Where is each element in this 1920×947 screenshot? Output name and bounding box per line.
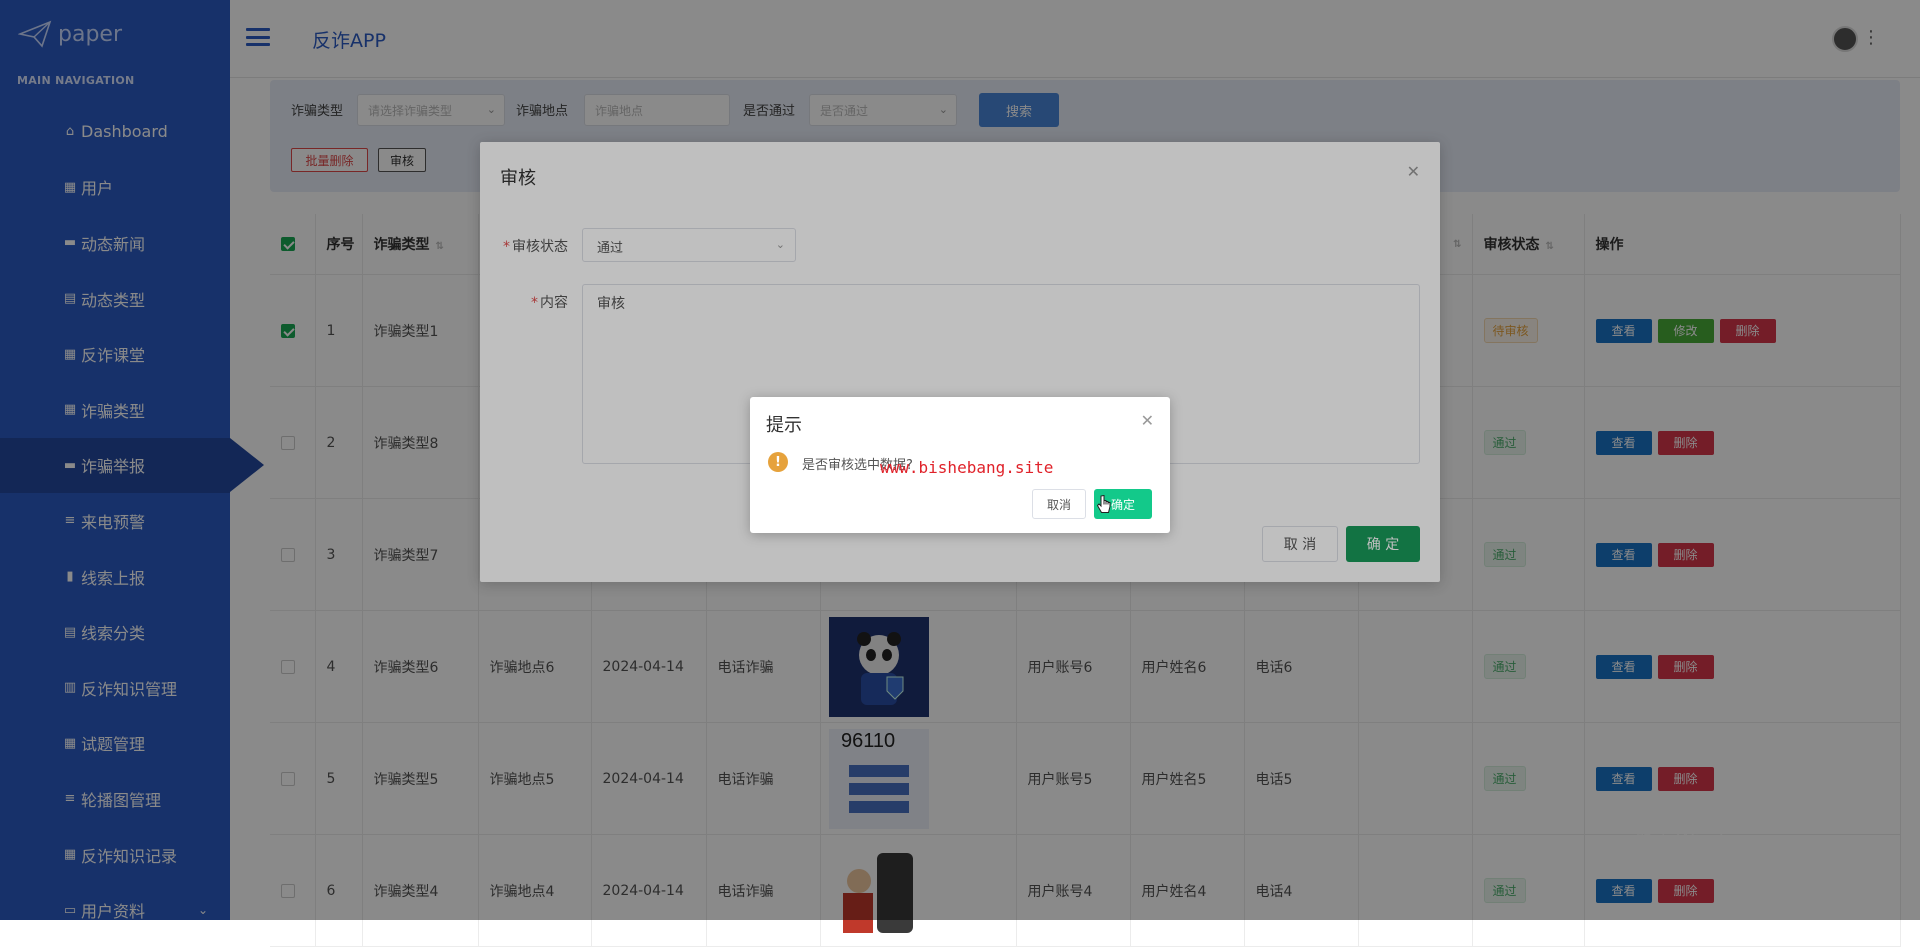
warning-icon: ! bbox=[768, 452, 788, 472]
hand-cursor-icon bbox=[1097, 495, 1111, 513]
site-watermark: www.bishebang.site bbox=[880, 458, 1054, 477]
close-icon[interactable]: ✕ bbox=[1141, 411, 1154, 430]
confirm-title: 提示 bbox=[766, 415, 802, 436]
confirm-cancel-button[interactable]: 取消 bbox=[1032, 489, 1086, 519]
